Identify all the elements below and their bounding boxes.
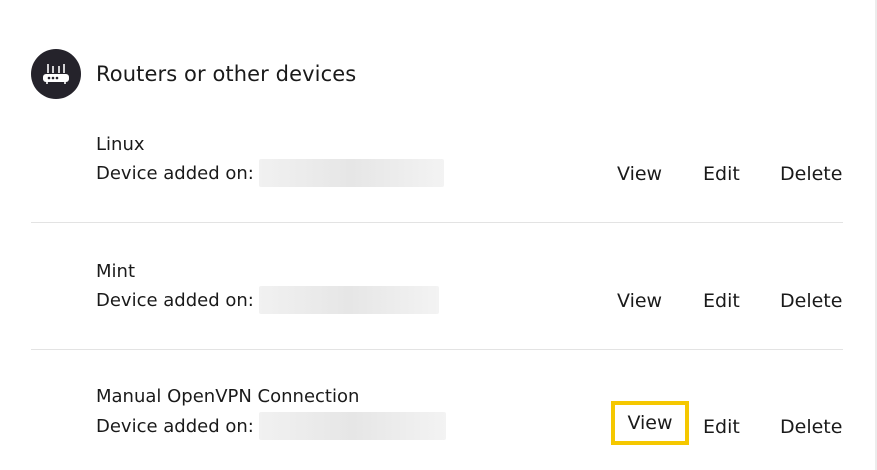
view-button[interactable]: View	[617, 290, 662, 312]
redacted-date	[258, 286, 439, 314]
view-button[interactable]: View	[617, 163, 662, 185]
section-title: Routers or other devices	[96, 62, 357, 86]
row-divider	[31, 222, 843, 223]
device-row-mint: Mint Device added on: View Edit Delete	[31, 224, 843, 350]
edit-button[interactable]: Edit	[703, 290, 740, 312]
delete-button[interactable]: Delete	[780, 163, 842, 185]
device-row-linux: Linux Device added on: View Edit Delete	[31, 97, 843, 223]
router-icon	[31, 49, 81, 99]
delete-button[interactable]: Delete	[780, 290, 842, 312]
device-name: Mint	[96, 261, 135, 282]
device-row-manual-openvpn: Manual OpenVPN Connection Device added o…	[31, 350, 843, 470]
device-added-label: Device added on:	[96, 415, 254, 437]
device-added-line: Device added on:	[96, 159, 444, 187]
edit-button[interactable]: Edit	[703, 416, 740, 438]
devices-page: Routers or other devices Linux Device ad…	[0, 0, 877, 470]
delete-button[interactable]: Delete	[780, 416, 842, 438]
device-added-label: Device added on:	[96, 289, 254, 311]
edit-button[interactable]: Edit	[703, 163, 740, 185]
section-header: Routers or other devices	[31, 49, 356, 99]
redacted-date	[258, 159, 444, 187]
device-name: Linux	[96, 134, 145, 155]
router-icon-graphic	[43, 64, 69, 84]
device-added-line: Device added on:	[96, 286, 439, 314]
redacted-date	[258, 412, 446, 440]
device-added-label: Device added on:	[96, 162, 254, 184]
view-button-highlighted[interactable]: View	[611, 401, 689, 445]
device-added-line: Device added on:	[96, 412, 446, 440]
device-name: Manual OpenVPN Connection	[96, 386, 360, 407]
